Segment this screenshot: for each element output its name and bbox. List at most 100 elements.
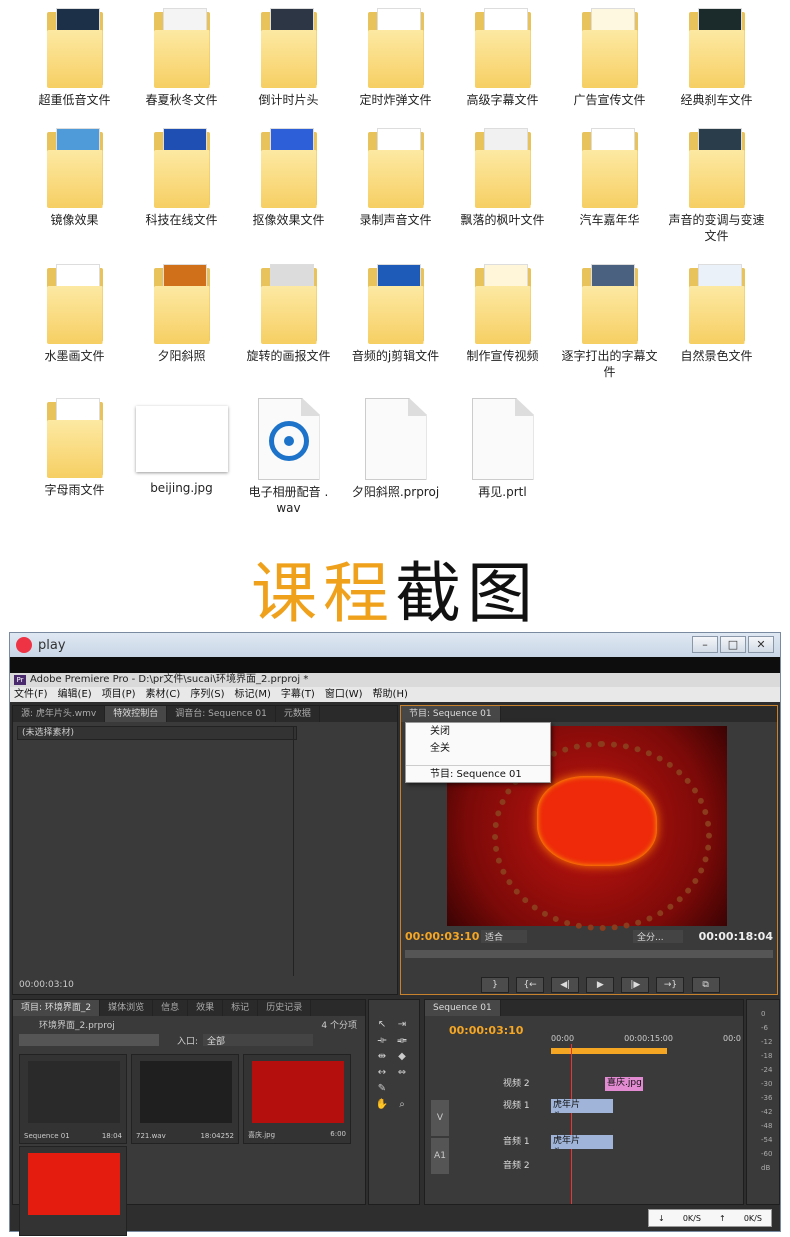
file-item[interactable]: 镜像效果 [21, 128, 128, 228]
meter-scale-label: -48 [761, 1122, 773, 1130]
document-file-icon [364, 398, 427, 480]
panel-tab[interactable]: 项目: 环境界面_2 [13, 1000, 101, 1016]
ripple-edit-tool-icon[interactable]: ⟛ [375, 1034, 389, 1048]
menu-item[interactable]: 项目(P) [102, 687, 136, 702]
file-item[interactable]: 再见.prtl [449, 398, 556, 500]
rate-stretch-tool-icon[interactable]: ⇹ [375, 1050, 389, 1064]
menu-item[interactable]: 文件(F) [14, 687, 48, 702]
video-target-label[interactable]: V [431, 1100, 449, 1136]
file-item[interactable]: 自然景色文件 [663, 264, 770, 364]
export-frame-button[interactable]: ⧉ [691, 977, 720, 993]
meter-scale-label: -12 [761, 1038, 773, 1046]
file-item[interactable]: beijing.jpg [128, 398, 235, 496]
file-item[interactable]: 科技在线文件 [128, 128, 235, 228]
file-item[interactable]: 汽车嘉年华 [556, 128, 663, 228]
quality-select[interactable]: 全分... [633, 930, 683, 943]
project-search-input[interactable] [19, 1034, 159, 1046]
file-item[interactable]: 逐字打出的字幕文件 [556, 264, 663, 380]
program-menu-item[interactable]: 关闭 [406, 723, 550, 740]
file-item[interactable]: 音频的j剪辑文件 [342, 264, 449, 364]
hand-tool-icon[interactable]: ✋ [375, 1098, 389, 1112]
audio-target-label[interactable]: A1 [431, 1138, 449, 1174]
maximize-button[interactable]: □ [720, 636, 746, 653]
file-item[interactable]: 广告宣传文件 [556, 8, 663, 108]
file-item[interactable]: 夕阳斜照 [128, 264, 235, 364]
program-scrubber[interactable] [405, 950, 773, 958]
inlet-select[interactable]: 全部 [203, 1034, 313, 1047]
program-menu-item[interactable]: 全关 [406, 740, 550, 757]
file-item[interactable]: 字母雨文件 [21, 398, 128, 498]
file-item[interactable]: 电子相册配音 . wav [235, 398, 342, 516]
panel-tab[interactable]: 标记 [223, 1000, 259, 1016]
file-item[interactable]: 超重低音文件 [21, 8, 128, 108]
menu-item[interactable]: 编辑(E) [58, 687, 92, 702]
step-back-button[interactable]: ◀| [551, 977, 580, 993]
track-header[interactable]: 音频 2 [455, 1158, 545, 1174]
file-item[interactable]: 水墨画文件 [21, 264, 128, 364]
go-to-in-button[interactable]: {← [516, 977, 545, 993]
go-to-out-button[interactable]: →} [656, 977, 685, 993]
menu-item[interactable]: 字幕(T) [281, 687, 315, 702]
menu-item[interactable]: 素材(C) [146, 687, 181, 702]
file-item[interactable]: 春夏秋冬文件 [128, 8, 235, 108]
panel-tab[interactable]: 媒体浏览 [100, 1000, 154, 1016]
menu-item[interactable]: 标记(M) [234, 687, 270, 702]
playhead[interactable] [571, 1044, 572, 1204]
track-header[interactable]: 视频 1 [455, 1098, 545, 1114]
minimize-button[interactable]: – [692, 636, 718, 653]
close-button[interactable]: ✕ [748, 636, 774, 653]
file-item[interactable]: 旋转的画报文件 [235, 264, 342, 364]
program-tab[interactable]: 节目: Sequence 01 [401, 706, 501, 722]
timeline-clip[interactable]: 喜庆.jpg [605, 1077, 643, 1091]
panel-tab[interactable]: 调音台: Sequence 01 [167, 706, 276, 722]
project-item[interactable]: Sequence 01 18:04 [19, 1054, 127, 1144]
slip-tool-icon[interactable]: ↔ [375, 1066, 389, 1080]
step-forward-button[interactable]: |▶ [621, 977, 650, 993]
file-label: 定时炸弹文件 [359, 93, 432, 107]
file-label: 电子相册配音 . wav [248, 485, 329, 515]
track-header[interactable]: 音频 1 [455, 1134, 545, 1150]
panel-tab[interactable]: 历史记录 [258, 1000, 312, 1016]
folder-icon [686, 8, 748, 88]
rolling-edit-tool-icon[interactable]: ⟚ [395, 1034, 409, 1048]
panel-tab[interactable]: 特效控制台 [105, 706, 168, 722]
slide-tool-icon[interactable]: ⇔ [395, 1066, 409, 1080]
menu-item[interactable]: 窗口(W) [325, 687, 363, 702]
timeline-panel: Sequence 01 00:00:03:10 00:00 00:00:15:0… [424, 999, 744, 1205]
file-item[interactable]: 夕阳斜照.prproj [342, 398, 449, 500]
mark-in-button[interactable]: } [481, 977, 509, 993]
menu-item[interactable]: 序列(S) [190, 687, 224, 702]
play-button[interactable]: ▶ [586, 977, 615, 993]
file-item[interactable]: 定时炸弹文件 [342, 8, 449, 108]
selection-tool-icon[interactable]: ↖ [375, 1018, 389, 1032]
panel-tab[interactable]: 源: 虎年片头.wmv [13, 706, 106, 722]
track-header[interactable]: 视频 2 [455, 1076, 545, 1092]
file-item[interactable]: 经典刹车文件 [663, 8, 770, 108]
panel-tab[interactable]: 元数据 [276, 706, 320, 722]
timeline-tab[interactable]: Sequence 01 [425, 1000, 501, 1016]
project-item[interactable] [19, 1146, 127, 1236]
zoom-tool-icon[interactable]: ⌕ [395, 1098, 409, 1112]
program-menu-item[interactable]: 节目: Sequence 01 [406, 765, 550, 782]
project-item[interactable]: 721.wav 18:04252 [131, 1054, 239, 1144]
work-area-bar[interactable] [551, 1048, 667, 1054]
panel-tab[interactable]: 效果 [188, 1000, 224, 1016]
file-item[interactable]: 高级字幕文件 [449, 8, 556, 108]
razor-tool-icon[interactable]: ◆ [395, 1050, 409, 1064]
folder-icon [365, 264, 427, 344]
file-item[interactable]: 制作宣传视频 [449, 264, 556, 364]
menu-item[interactable]: 帮助(H) [373, 687, 408, 702]
project-item[interactable]: 喜庆.jpg 6:00 [243, 1054, 351, 1144]
file-item[interactable]: 抠像效果文件 [235, 128, 342, 228]
pen-tool-icon[interactable]: ✎ [375, 1082, 389, 1096]
file-item[interactable]: 飘落的枫叶文件 [449, 128, 556, 228]
file-item[interactable]: 声音的变调与变速文件 [663, 128, 770, 244]
file-item[interactable]: 倒计时片头 [235, 8, 342, 108]
panel-tab[interactable]: 信息 [153, 1000, 189, 1016]
file-item[interactable]: 录制声音文件 [342, 128, 449, 228]
timeline-clip[interactable]: 虎年片头.wmv [551, 1135, 613, 1149]
track-select-tool-icon[interactable]: ⇥ [395, 1018, 409, 1032]
project-item-duration: 6:00 [330, 1130, 346, 1138]
fit-select[interactable]: 适合 [481, 930, 527, 943]
timeline-clip[interactable]: 虎年片头.wmv [551, 1099, 613, 1113]
